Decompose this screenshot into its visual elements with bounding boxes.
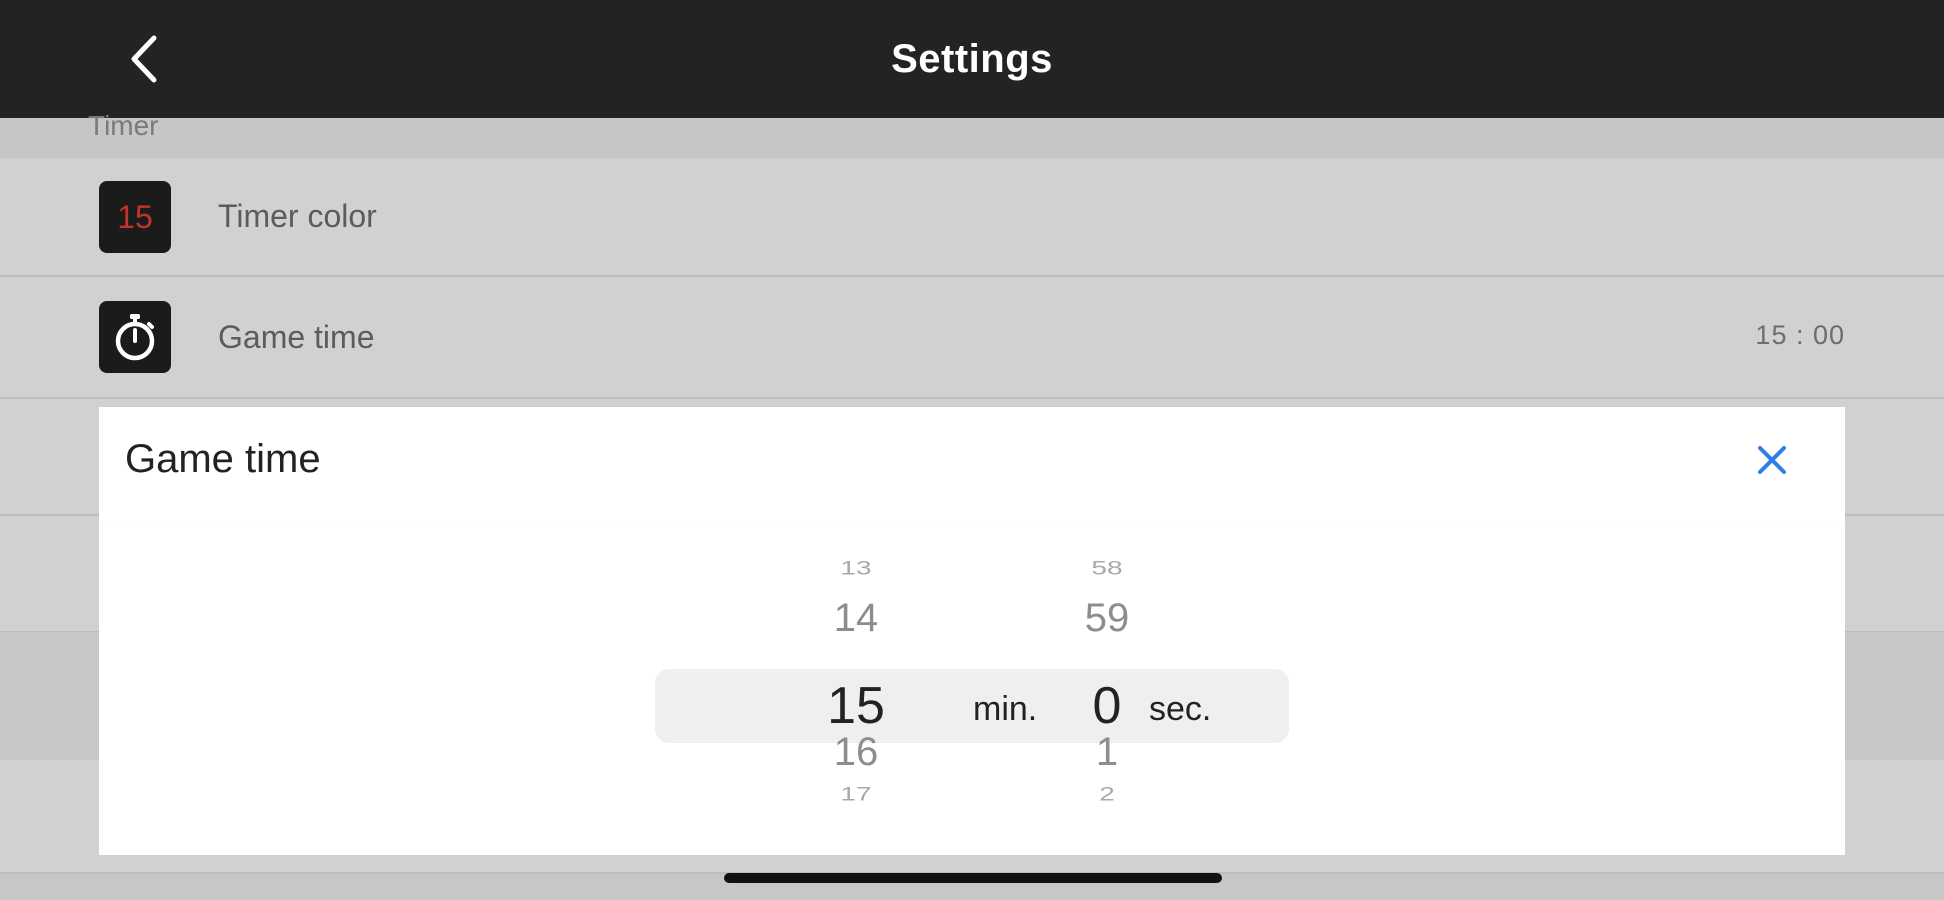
dialog-header: Game time [99,407,1845,523]
home-indicator [724,873,1222,883]
page-title: Settings [891,37,1053,81]
seconds-option[interactable]: 2 [1027,783,1187,805]
time-picker: 13 14 15 16 17 min. 58 59 0 1 2 sec. [99,522,1845,855]
game-time-value: 15 : 00 [1755,320,1845,350]
minutes-wheel[interactable]: 13 14 15 16 17 [776,522,936,855]
settings-row-timer-color[interactable]: 15 Timer color [0,158,1944,277]
settings-row-label: Game time [218,319,375,355]
timer-color-icon: 15 [99,181,171,253]
settings-row-game-time[interactable]: Game time 15 : 00 [0,277,1944,399]
navigation-bar: Settings [0,0,1944,118]
seconds-wheel[interactable]: 58 59 0 1 2 [1027,522,1187,855]
minutes-selected[interactable]: 15 [776,676,936,736]
section-header: Timer [0,110,1944,159]
close-button[interactable] [1751,439,1793,481]
minutes-option[interactable]: 13 [776,557,936,579]
seconds-option[interactable]: 59 [1027,596,1187,641]
settings-row-label: Timer color [218,198,377,234]
close-icon [1758,446,1786,474]
seconds-option[interactable]: 58 [1027,557,1187,579]
seconds-unit: sec. [1149,690,1212,728]
stopwatch-glyph [115,314,155,361]
picker-fade-bottom [99,825,1845,855]
seconds-option[interactable]: 1 [1027,730,1187,775]
section-header-label: Timer [88,110,159,141]
dialog-title: Game time [125,437,321,481]
game-time-dialog: Game time 13 14 15 16 17 min. 58 59 0 1 … [99,407,1845,855]
timer-color-icon-digits: 15 [117,198,153,235]
minutes-option[interactable]: 17 [776,783,936,805]
stopwatch-icon [99,301,171,373]
minutes-option[interactable]: 14 [776,596,936,641]
minutes-option[interactable]: 16 [776,730,936,775]
picker-fade-top [99,522,1845,552]
